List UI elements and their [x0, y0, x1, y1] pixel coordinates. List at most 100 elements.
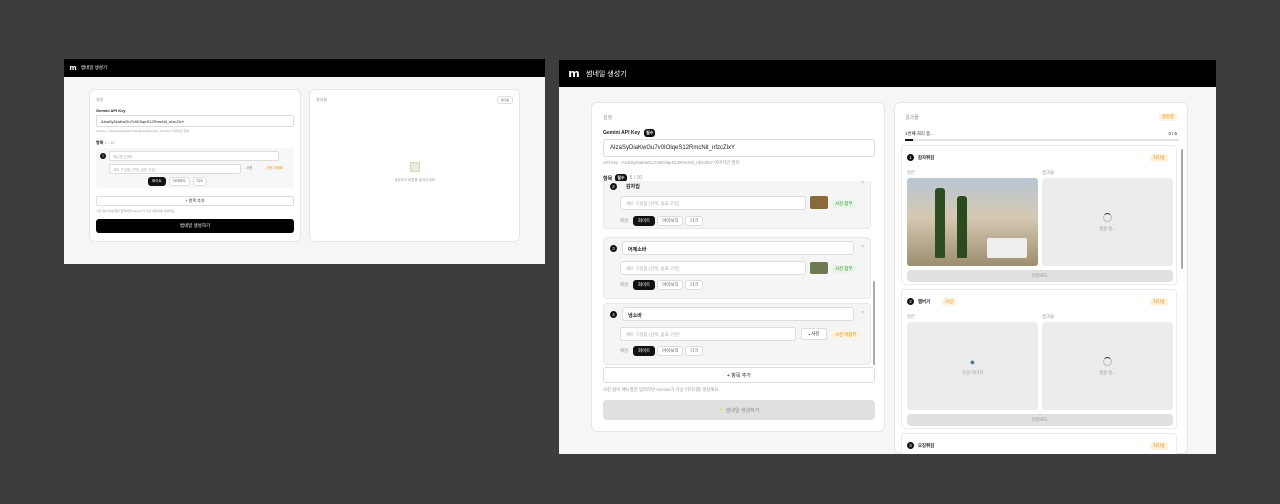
api-key-input[interactable]: AIzaSyDiaKwGu7v0IOlqeS12RmcNit_nfzcZlxY — [603, 139, 875, 157]
small-results-title: 결과물 — [316, 97, 328, 102]
small-item-block: 1 메뉴명 (선택) 세트 구성품 (선택, 쉼표 구분) 사진 사진 미첨부 … — [96, 148, 294, 188]
small-window: m 썸네일 생성기 설정 Gemini API Key AIzaSyDiaKwG… — [64, 59, 545, 264]
small-api-input[interactable]: AIzaSyDiaKwGu7v0IOlqeS12RmcNit_nfzcZlxY — [96, 115, 294, 127]
small-settings-card: 설정 Gemini API Key AIzaSyDiaKwGu7v0IOlqeS… — [89, 89, 301, 242]
result-status: 처리중 — [1149, 442, 1168, 450]
small-app-title: 썸네일 생성기 — [81, 65, 108, 70]
result-label: 결과물 — [1042, 314, 1055, 319]
results-list: 1 감자튀김 처리중 원본 결과물 생성 중... 다운로드 2 햄버거 가상 … — [901, 145, 1183, 454]
small-theme-white[interactable]: 화이트 — [148, 177, 166, 186]
result-placeholder: 생성 중... — [1042, 178, 1173, 266]
item-set-input[interactable]: 세트 구성품 (선택, 쉼표 구분) — [620, 327, 796, 341]
item-card: 4 냉소바 × 세트 구성품 (선택, 쉼표 구분) ▪ 사진 사진 미첨부 배… — [603, 303, 871, 365]
item-card: 3 어제소바 × 세트 구성품 (선택, 쉼표 구분) 사진 첨부 배경 화이트… — [603, 237, 871, 299]
items-list: 2 감자칩 × 세트 구성품 (선택, 쉼표 구분) 사진 첨부 배경 화이트 … — [603, 181, 875, 366]
progress-count: 0 / 6 — [1168, 131, 1177, 136]
result-number: 3 — [907, 442, 914, 449]
item-remove[interactable]: × — [861, 244, 864, 250]
small-generate-button[interactable]: 썸네일 생성하기 — [96, 219, 294, 233]
item-top-set-input[interactable]: 세트 구성품 (선택, 쉼표 구분) — [620, 196, 806, 210]
item-remove[interactable]: × — [861, 310, 864, 316]
item-top-theme-white[interactable]: 화이트 — [633, 216, 656, 226]
virtual-tag: 가상 — [942, 298, 957, 306]
small-empty-image-icon — [410, 162, 420, 172]
original-label: 원본 — [907, 170, 916, 175]
result-entry: 2 햄버거 가상 처리중 원본 결과물 ● 가상 이미지 생성 중... 다운로… — [901, 289, 1177, 429]
small-api-label: Gemini API Key — [96, 108, 126, 113]
small-photo-tag: 사진 미첨부 — [266, 166, 284, 170]
settings-card: 설정 Gemini API Key 필수 AIzaSyDiaKwGu7v0IOl… — [591, 102, 885, 432]
small-logo: m — [69, 64, 77, 72]
progress-fill — [905, 139, 914, 141]
add-item-button[interactable]: + 항목 추가 — [603, 367, 875, 383]
small-settings-title: 설정 — [96, 97, 104, 102]
results-scrollbar[interactable] — [1181, 149, 1183, 269]
small-menu-input[interactable]: 메뉴명 (선택) — [109, 151, 279, 161]
item-top-name[interactable]: 감자칩 — [626, 183, 640, 190]
progress-text: 1번째 처리 중... — [905, 131, 934, 136]
result-status: 처리중 — [1149, 298, 1168, 306]
small-results-badge: 대기중 — [496, 96, 513, 104]
item-name-input[interactable]: 어제소바 — [622, 241, 854, 255]
small-item-number: 1 — [100, 153, 106, 159]
topbar: m 썸네일 생성기 — [559, 60, 1216, 87]
small-footnote: 사진 없이 메뉴명만 입력하면 Gemini가 가상 이미지를 생성해요 — [96, 209, 175, 213]
theme-dark[interactable]: 다크 — [685, 280, 704, 290]
item-themes: 배경 화이트 아이보리 다크 — [620, 280, 704, 290]
small-results-card: 결과물 대기중 생성하기 버튼을 눌러주세요 — [309, 89, 520, 242]
theme-dark[interactable]: 다크 — [685, 346, 704, 356]
download-button[interactable]: 다운로드 — [907, 270, 1173, 282]
result-placeholder: 생성 중... — [1042, 322, 1173, 410]
generate-button[interactable]: ✦ 썸네일 생성하기 — [603, 400, 875, 420]
item-themes: 배경 화이트 아이보리 다크 — [620, 346, 704, 356]
theme-white[interactable]: 화이트 — [633, 346, 656, 356]
item-top-theme-dark[interactable]: 다크 — [685, 216, 704, 226]
camera-icon: ▪ — [808, 331, 811, 337]
item-top-attach-tag: 사진 첨부 — [832, 200, 856, 208]
download-button[interactable]: 다운로드 — [907, 414, 1173, 426]
result-number: 1 — [907, 154, 914, 161]
small-photo-button[interactable]: 사진 — [246, 166, 252, 171]
results-status-badge: 생성중 — [1158, 113, 1177, 121]
result-status: 처리중 — [1149, 154, 1168, 162]
items-scrollbar[interactable] — [873, 281, 875, 365]
bowl-icon: ● — [969, 356, 976, 367]
item-top-remove[interactable]: × — [861, 181, 864, 186]
theme-ivory[interactable]: 아이보리 — [657, 280, 684, 290]
small-set-input[interactable]: 세트 구성품 (선택, 쉼표 구분) — [109, 164, 241, 174]
loading-spinner-icon — [1103, 212, 1112, 222]
api-key-label: Gemini API Key 필수 — [603, 129, 656, 137]
footnote: 사진 없이 메뉴명만 입력하면 Gemini가 가상 이미지를 생성해요 — [603, 387, 719, 392]
result-name: 햄버거 — [918, 299, 931, 304]
small-generate-label: 썸네일 생성하기 — [179, 223, 211, 228]
result-name: 오징튀김 — [918, 443, 935, 448]
generate-label: 썸네일 생성하기 — [725, 407, 760, 414]
small-empty-text: 생성하기 버튼을 눌러주세요 — [394, 178, 435, 182]
theme-white[interactable]: 화이트 — [633, 280, 656, 290]
result-name: 감자튀김 — [918, 155, 935, 160]
small-add-item-button[interactable]: + 항목 추가 — [96, 196, 294, 206]
result-number: 2 — [907, 298, 914, 305]
item-set-input[interactable]: 세트 구성품 (선택, 쉼표 구분) — [620, 261, 806, 275]
original-label: 원본 — [907, 314, 916, 319]
large-window: m 썸네일 생성기 설정 Gemini API Key 필수 AIzaSyDia… — [559, 60, 1216, 454]
item-name-input[interactable]: 냉소바 — [622, 307, 854, 321]
item-top-theme-ivory[interactable]: 아이보리 — [657, 216, 684, 226]
item-top-number: 2 — [610, 183, 617, 190]
small-theme-pills: 화이트 아이보리 다크 — [148, 177, 208, 186]
item-attach-tag: 사진 첨부 — [832, 265, 856, 273]
virtual-image-placeholder: ● 가상 이미지 — [907, 322, 1038, 410]
api-key-hint: API key : AIzaSyDiaKwGu7v0IOlqeS12RmcNit… — [603, 160, 740, 165]
results-card: 결과물 생성중 1번째 처리 중... 0 / 6 1 감자튀김 처리중 원본 … — [894, 102, 1188, 454]
item-card-top: 2 감자칩 × 세트 구성품 (선택, 쉼표 구분) 사진 첨부 배경 화이트 … — [603, 181, 871, 229]
item-top-photo-thumb[interactable] — [810, 196, 828, 209]
small-theme-ivory[interactable]: 아이보리 — [168, 177, 190, 186]
item-attach-tag: 사진 미첨부 — [832, 331, 860, 339]
theme-ivory[interactable]: 아이보리 — [657, 346, 684, 356]
result-entry: 1 감자튀김 처리중 원본 결과물 생성 중... 다운로드 — [901, 145, 1177, 285]
sparkle-icon: ✦ — [718, 407, 723, 413]
small-theme-dark[interactable]: 다크 — [192, 177, 208, 186]
item-photo-thumb[interactable] — [810, 262, 828, 274]
item-photo-button[interactable]: ▪ 사진 — [801, 328, 827, 340]
result-label: 결과물 — [1042, 170, 1055, 175]
